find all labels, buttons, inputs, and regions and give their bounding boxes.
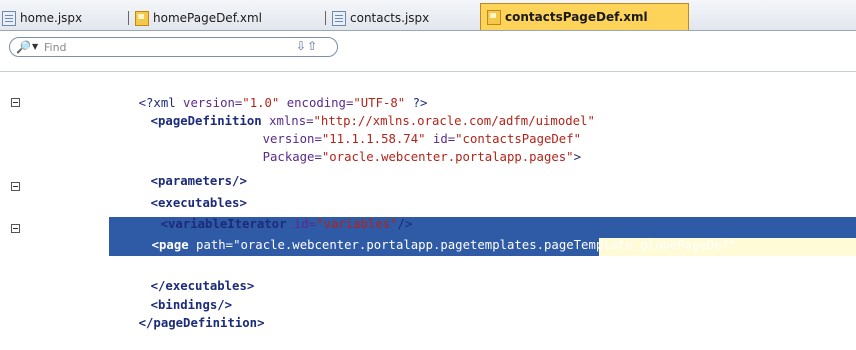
code-line-5: <parameters/> [150, 174, 247, 188]
tab-label: contacts.jspx [350, 11, 430, 25]
editor-tab-bar: home.jspx homePageDef.xml contacts.jspx … [0, 0, 856, 31]
code-line-8: <page path="oracle.webcenter.portalapp.p… [151, 238, 737, 252]
code-line-7: <variableIterator id="variables"/> [160, 217, 413, 231]
xml-file-icon [135, 10, 149, 26]
code-line-6: <executables> [150, 196, 247, 210]
code-line-11: <bindings/> [150, 298, 233, 312]
code-line-1: <?xml version="1.0" encoding="UTF-8" ?> [138, 96, 428, 110]
code-line-4: Package="oracle.webcenter.portalapp.page… [262, 150, 581, 164]
jspx-file-icon [2, 10, 16, 26]
code-line-12: </pageDefinition> [138, 316, 265, 330]
tab-label: home.jspx [20, 11, 83, 25]
tab-divider [325, 11, 326, 25]
code-editor[interactable]: <?xml version="1.0" encoding="UTF-8" ?> … [0, 72, 856, 330]
fold-toggle-icon[interactable] [11, 224, 20, 233]
code-line-2: <pageDefinition xmlns="http://xmlns.orac… [150, 114, 595, 128]
code-line-10: </executables> [150, 279, 255, 293]
editor-gutter [0, 72, 107, 313]
tab-label: homePageDef.xml [153, 11, 262, 25]
fold-toggle-icon[interactable] [11, 182, 20, 191]
fold-toggle-icon[interactable] [11, 98, 20, 107]
jspx-file-icon [332, 10, 346, 26]
binoculars-icon[interactable]: 🔎 [16, 41, 31, 53]
find-next-icon[interactable]: ⇩ [296, 39, 307, 53]
find-input[interactable] [44, 40, 264, 54]
chevron-down-icon[interactable]: ▼ [32, 42, 38, 51]
tab-home-jspx[interactable]: home.jspx [2, 6, 82, 30]
tab-homepagedef-xml[interactable]: homePageDef.xml [135, 6, 262, 30]
find-box: 🔎 ▼ ⇩⇧ [9, 37, 338, 57]
xml-file-icon [487, 9, 501, 25]
code-line-3: version="11.1.1.58.74" id="contactsPageD… [262, 132, 581, 146]
tab-divider [128, 11, 129, 25]
tab-contacts-jspx[interactable]: contacts.jspx [332, 6, 429, 30]
find-previous-icon[interactable]: ⇧ [307, 39, 318, 53]
find-toolbar: 🔎 ▼ ⇩⇧ [0, 31, 856, 72]
tab-contactspagedef-xml[interactable]: contactsPageDef.xml [480, 3, 689, 30]
tab-label: contactsPageDef.xml [505, 10, 648, 24]
code-line-9: id="pageTemplateBinding" Refresh="ifNeed… [207, 258, 541, 272]
